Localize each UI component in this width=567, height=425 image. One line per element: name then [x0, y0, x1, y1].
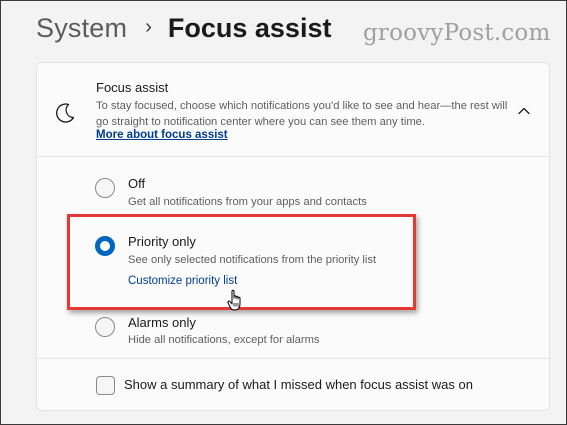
option-off-description: Get all notifications from your apps and… [128, 196, 367, 208]
option-alarms-only-description: Hide all notifications, except for alarm… [128, 334, 320, 346]
radio-off[interactable] [95, 178, 115, 198]
hand-pointer-icon [227, 289, 241, 311]
watermark: groovyPost.com [363, 20, 551, 46]
page-title: Focus assist [167, 12, 332, 43]
breadcrumb-system[interactable]: System [36, 13, 127, 44]
radio-priority-only[interactable] [95, 236, 115, 256]
focus-assist-header[interactable]: Focus assist To stay focused, choose whi… [37, 63, 549, 157]
focus-assist-card: Focus assist To stay focused, choose whi… [36, 62, 550, 411]
option-priority-only-label: Priority only [128, 234, 196, 249]
summary-setting[interactable]: Show a summary of what I missed when foc… [37, 358, 549, 411]
more-about-focus-assist-link[interactable]: More about focus assist [96, 129, 228, 141]
option-alarms-only-label: Alarms only [128, 315, 196, 330]
radio-alarms-only[interactable] [95, 317, 115, 337]
option-priority-only-description: See only selected notifications from the… [128, 254, 377, 266]
breadcrumb-separator: › [145, 15, 152, 38]
summary-label: Show a summary of what I missed when foc… [124, 377, 473, 392]
chevron-up-icon[interactable] [516, 103, 532, 119]
focus-assist-description: To stay focused, choose which notificati… [96, 100, 508, 128]
focus-assist-title: Focus assist [96, 80, 169, 95]
summary-checkbox[interactable] [96, 376, 115, 395]
option-off-label: Off [128, 176, 146, 191]
customize-priority-list-link[interactable]: Customize priority list [128, 275, 237, 287]
breadcrumb: System › Focus assist [36, 8, 331, 48]
moon-icon [56, 103, 75, 123]
